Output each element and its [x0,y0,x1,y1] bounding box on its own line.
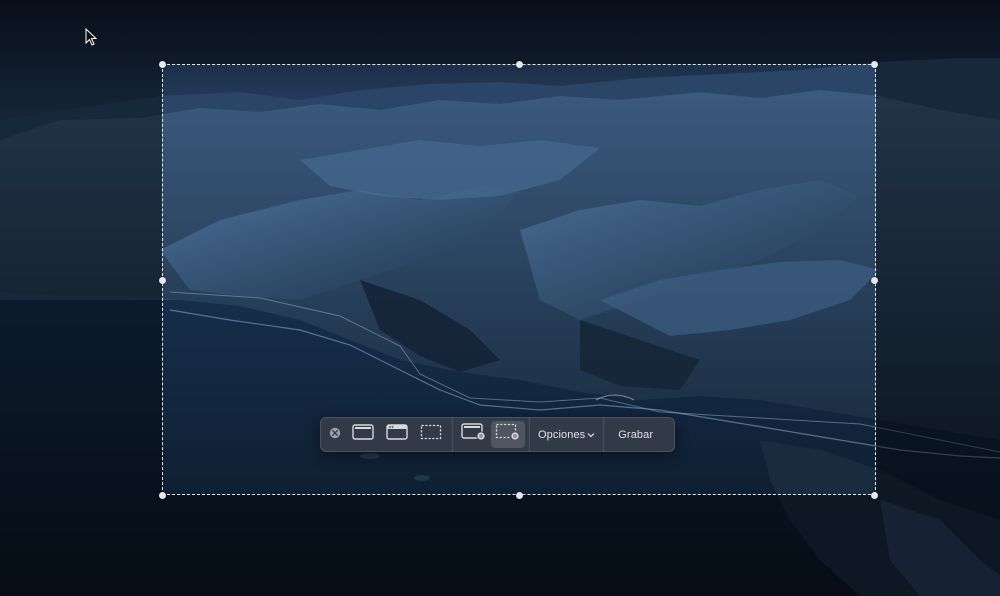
options-menu-button[interactable]: Opciones [530,421,603,448]
close-button[interactable] [324,421,346,448]
window-icon [386,424,408,445]
arrow-pointer-icon [85,27,98,51]
resize-handle-bottom-right[interactable] [871,492,878,499]
record-entire-screen-button[interactable] [457,421,491,448]
resize-handle-top[interactable] [516,61,523,68]
capture-selected-portion-button[interactable] [414,421,448,448]
record-button[interactable]: Grabar [604,421,667,448]
toolbar-separator [452,417,453,452]
resize-handle-bottom[interactable] [516,492,523,499]
dim-overlay-bottom [0,495,1000,596]
chevron-down-icon [587,429,595,441]
dim-overlay-left [0,64,162,495]
record-screen-icon [461,423,487,446]
screenshot-toolbar: Opciones Grabar [320,417,675,452]
resize-handle-top-left[interactable] [159,61,166,68]
resize-handle-top-right[interactable] [871,61,878,68]
full-screen-icon [352,424,374,445]
resize-handle-bottom-left[interactable] [159,492,166,499]
dim-overlay-top [0,0,1000,64]
dim-overlay-right [876,64,1000,495]
resize-handle-left[interactable] [159,277,166,284]
dashed-selection-icon [420,424,442,445]
record-selected-portion-button[interactable] [491,421,525,448]
desktop: Opciones Grabar [0,0,1000,596]
options-label: Opciones [538,428,586,441]
capture-entire-screen-button[interactable] [346,421,380,448]
resize-handle-right[interactable] [871,277,878,284]
record-selection-icon [495,423,521,446]
record-label: Grabar [618,428,654,441]
close-icon [329,426,341,444]
capture-selected-window-button[interactable] [380,421,414,448]
